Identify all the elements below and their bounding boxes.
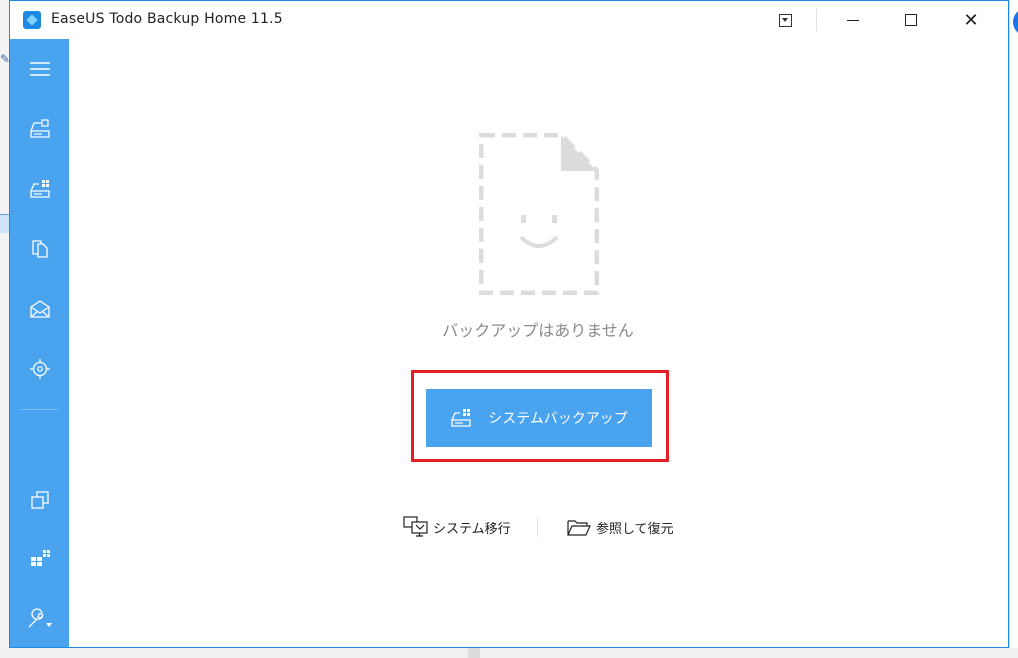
tools-icon — [28, 608, 52, 628]
system-backup-button-label: システムバックアップ — [488, 411, 628, 427]
window-title: EaseUS Todo Backup Home 11.5 — [51, 11, 283, 27]
main-content: バックアップはありません システムバックアップ システム移行 参照して復元 — [69, 39, 1008, 647]
folder-icon — [567, 520, 591, 536]
background-avatar — [1013, 8, 1018, 36]
sidebar-item-windows[interactable] — [10, 538, 69, 578]
background-window-right — [1009, 0, 1018, 658]
sidebar — [10, 39, 69, 647]
close-button[interactable]: ✕ — [948, 1, 994, 39]
clone-icon — [30, 491, 49, 509]
system-backup-icon — [29, 180, 50, 198]
dropdown-icon — [778, 13, 792, 27]
windows-icon — [30, 550, 50, 566]
sidebar-item-smart-backup[interactable] — [10, 349, 69, 389]
system-backup-button[interactable]: システムバックアップ — [426, 389, 652, 447]
background-selection — [0, 214, 9, 233]
sidebar-item-mail-backup[interactable] — [10, 289, 69, 329]
app-window: EaseUS Todo Backup Home 11.5 ✕ バックアップはあり… — [9, 0, 1009, 648]
sidebar-item-menu[interactable] — [10, 49, 69, 89]
disk-backup-icon — [29, 119, 50, 138]
menu-icon — [29, 62, 50, 76]
sidebar-item-clone[interactable] — [10, 480, 69, 520]
smart-backup-icon — [29, 359, 50, 379]
sidebar-item-tools[interactable] — [10, 599, 69, 639]
browse-restore-link[interactable]: 参照して復元 — [566, 514, 674, 540]
minimize-icon — [847, 19, 859, 21]
sidebar-item-system-backup[interactable] — [10, 169, 69, 209]
sidebar-divider — [20, 409, 59, 410]
background-strip — [0, 648, 1018, 658]
file-backup-icon — [31, 240, 48, 258]
background-text — [0, 96, 9, 110]
browse-restore-label: 参照して復元 — [596, 521, 674, 537]
sidebar-item-disk-backup[interactable] — [10, 109, 69, 149]
minimize-button[interactable] — [830, 1, 876, 39]
empty-document-icon — [479, 133, 599, 295]
sidebar-item-file-backup[interactable] — [10, 229, 69, 269]
empty-message: バックアップはありません — [442, 321, 634, 340]
maximize-button[interactable] — [888, 1, 934, 39]
system-migrate-label: システム移行 — [433, 521, 511, 537]
mail-backup-icon — [29, 300, 50, 318]
system-backup-icon — [451, 409, 471, 427]
system-migrate-icon — [403, 516, 428, 537]
maximize-icon — [905, 14, 917, 26]
dropdown-button[interactable] — [762, 1, 808, 39]
title-bar: EaseUS Todo Backup Home 11.5 ✕ — [10, 1, 1008, 39]
close-icon: ✕ — [963, 9, 979, 31]
background-icon: ✎ — [0, 52, 11, 66]
app-logo-icon — [23, 11, 41, 29]
system-migrate-link[interactable]: システム移行 — [403, 514, 511, 540]
